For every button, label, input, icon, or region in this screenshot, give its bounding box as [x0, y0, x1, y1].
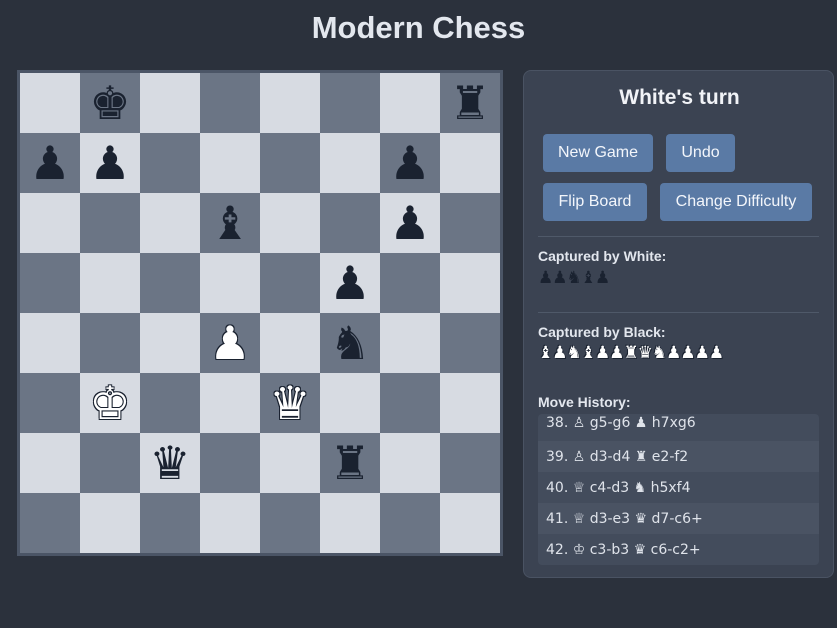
chess-board[interactable]: ♚ ♜ ♟ ♟ ♟ ♝ ♟ ♟ ♟ ♞ ♚ ♛ ♛ ♜	[17, 70, 503, 556]
board-square[interactable]	[200, 373, 260, 433]
move-history-row: 41. ♕ d3-e3 ♛ d7-c6+	[538, 503, 819, 534]
move-history-row: 38. ♙ g5-g6 ♟ h7xg6	[538, 414, 819, 441]
board-square[interactable]	[380, 373, 440, 433]
white-queen-icon[interactable]: ♛	[269, 380, 310, 426]
board-square[interactable]: ♟	[380, 133, 440, 193]
captured-by-black-label: Captured by Black:	[538, 324, 666, 340]
board-square[interactable]	[440, 313, 500, 373]
board-square[interactable]: ♟	[20, 133, 80, 193]
board-square[interactable]	[80, 253, 140, 313]
board-square[interactable]	[380, 73, 440, 133]
board-square[interactable]: ♛	[140, 433, 200, 493]
black-pawn-icon[interactable]: ♟	[389, 200, 430, 246]
black-king-icon[interactable]: ♚	[89, 80, 130, 126]
board-square[interactable]	[20, 493, 80, 553]
board-square[interactable]	[80, 313, 140, 373]
white-pawn-icon[interactable]: ♟	[209, 320, 250, 366]
board-square[interactable]	[440, 253, 500, 313]
board-square[interactable]: ♛	[260, 373, 320, 433]
board-square[interactable]	[20, 433, 80, 493]
divider	[538, 236, 819, 237]
board-square[interactable]: ♚	[80, 73, 140, 133]
black-bishop-icon[interactable]: ♝	[209, 200, 250, 246]
move-history-label: Move History:	[538, 394, 631, 410]
board-square[interactable]	[260, 193, 320, 253]
board-square[interactable]: ♝	[200, 193, 260, 253]
board-square[interactable]	[260, 313, 320, 373]
board-square[interactable]	[380, 253, 440, 313]
board-square[interactable]	[440, 493, 500, 553]
board-square[interactable]	[260, 433, 320, 493]
turn-indicator: White's turn	[619, 86, 740, 109]
board-square[interactable]	[320, 73, 380, 133]
board-square[interactable]	[260, 493, 320, 553]
board-square[interactable]	[200, 253, 260, 313]
board-square[interactable]	[80, 433, 140, 493]
black-knight-icon[interactable]: ♞	[329, 320, 370, 366]
board-square[interactable]	[80, 493, 140, 553]
board-square[interactable]	[380, 493, 440, 553]
captured-by-white-pieces: ♟♟♞♝♟	[538, 268, 610, 288]
page-title: Modern Chess	[311, 10, 526, 45]
board-square[interactable]	[200, 73, 260, 133]
board-square[interactable]	[320, 193, 380, 253]
board-square[interactable]	[140, 373, 200, 433]
move-history-list[interactable]: 38. ♙ g5-g6 ♟ h7xg6 39. ♙ d3-d4 ♜ e2-f2 40…	[538, 414, 819, 565]
captured-by-white-label: Captured by White:	[538, 248, 667, 264]
board-square[interactable]	[320, 373, 380, 433]
board-square[interactable]	[200, 133, 260, 193]
board-square[interactable]	[380, 433, 440, 493]
board-square[interactable]	[140, 313, 200, 373]
board-square[interactable]	[140, 193, 200, 253]
board-square[interactable]	[140, 253, 200, 313]
black-pawn-icon[interactable]: ♟	[389, 140, 430, 186]
board-square[interactable]	[20, 253, 80, 313]
black-rook-icon[interactable]: ♜	[329, 440, 370, 486]
board-square[interactable]	[140, 493, 200, 553]
board-square[interactable]: ♜	[320, 433, 380, 493]
move-history-row: 42. ♔ c3-b3 ♛ c6-c2+	[538, 534, 819, 565]
board-square[interactable]: ♟	[80, 133, 140, 193]
board-square[interactable]: ♟	[200, 313, 260, 373]
board-square[interactable]	[440, 133, 500, 193]
board-square[interactable]	[260, 253, 320, 313]
captured-by-black-pieces: ♝♟♞♝♟♟♜♛♞♟♟♟♟	[538, 343, 724, 363]
board-square[interactable]	[440, 373, 500, 433]
board-square[interactable]	[260, 133, 320, 193]
black-queen-icon[interactable]: ♛	[149, 440, 190, 486]
move-history-row: 40. ♕ c4-d3 ♞ h5xf4	[538, 472, 819, 503]
undo-button[interactable]: Undo	[666, 134, 735, 172]
flip-board-button[interactable]: Flip Board	[543, 183, 647, 221]
board-square[interactable]	[20, 73, 80, 133]
board-square[interactable]	[320, 133, 380, 193]
divider	[538, 312, 819, 313]
board-square[interactable]: ♟	[380, 193, 440, 253]
side-panel: White's turn New Game Undo Flip Board Ch…	[523, 70, 834, 578]
board-square[interactable]: ♜	[440, 73, 500, 133]
board-square[interactable]	[440, 193, 500, 253]
new-game-button[interactable]: New Game	[543, 134, 653, 172]
black-rook-icon[interactable]: ♜	[449, 80, 490, 126]
board-square[interactable]	[260, 73, 320, 133]
board-square[interactable]	[20, 193, 80, 253]
board-square[interactable]	[320, 493, 380, 553]
board-square[interactable]	[140, 133, 200, 193]
board-square[interactable]	[140, 73, 200, 133]
board-square[interactable]: ♟	[320, 253, 380, 313]
white-king-icon[interactable]: ♚	[89, 380, 130, 426]
board-square[interactable]: ♞	[320, 313, 380, 373]
board-square[interactable]: ♚	[80, 373, 140, 433]
change-difficulty-button[interactable]: Change Difficulty	[660, 183, 812, 221]
board-square[interactable]	[440, 433, 500, 493]
board-square[interactable]	[200, 493, 260, 553]
board-square[interactable]	[20, 373, 80, 433]
black-pawn-icon[interactable]: ♟	[329, 260, 370, 306]
board-square[interactable]	[380, 313, 440, 373]
board-square[interactable]	[80, 193, 140, 253]
board-square[interactable]	[20, 313, 80, 373]
board-square[interactable]	[200, 433, 260, 493]
move-history-row: 39. ♙ d3-d4 ♜ e2-f2	[538, 441, 819, 472]
black-pawn-icon[interactable]: ♟	[29, 140, 70, 186]
black-pawn-icon[interactable]: ♟	[89, 140, 130, 186]
